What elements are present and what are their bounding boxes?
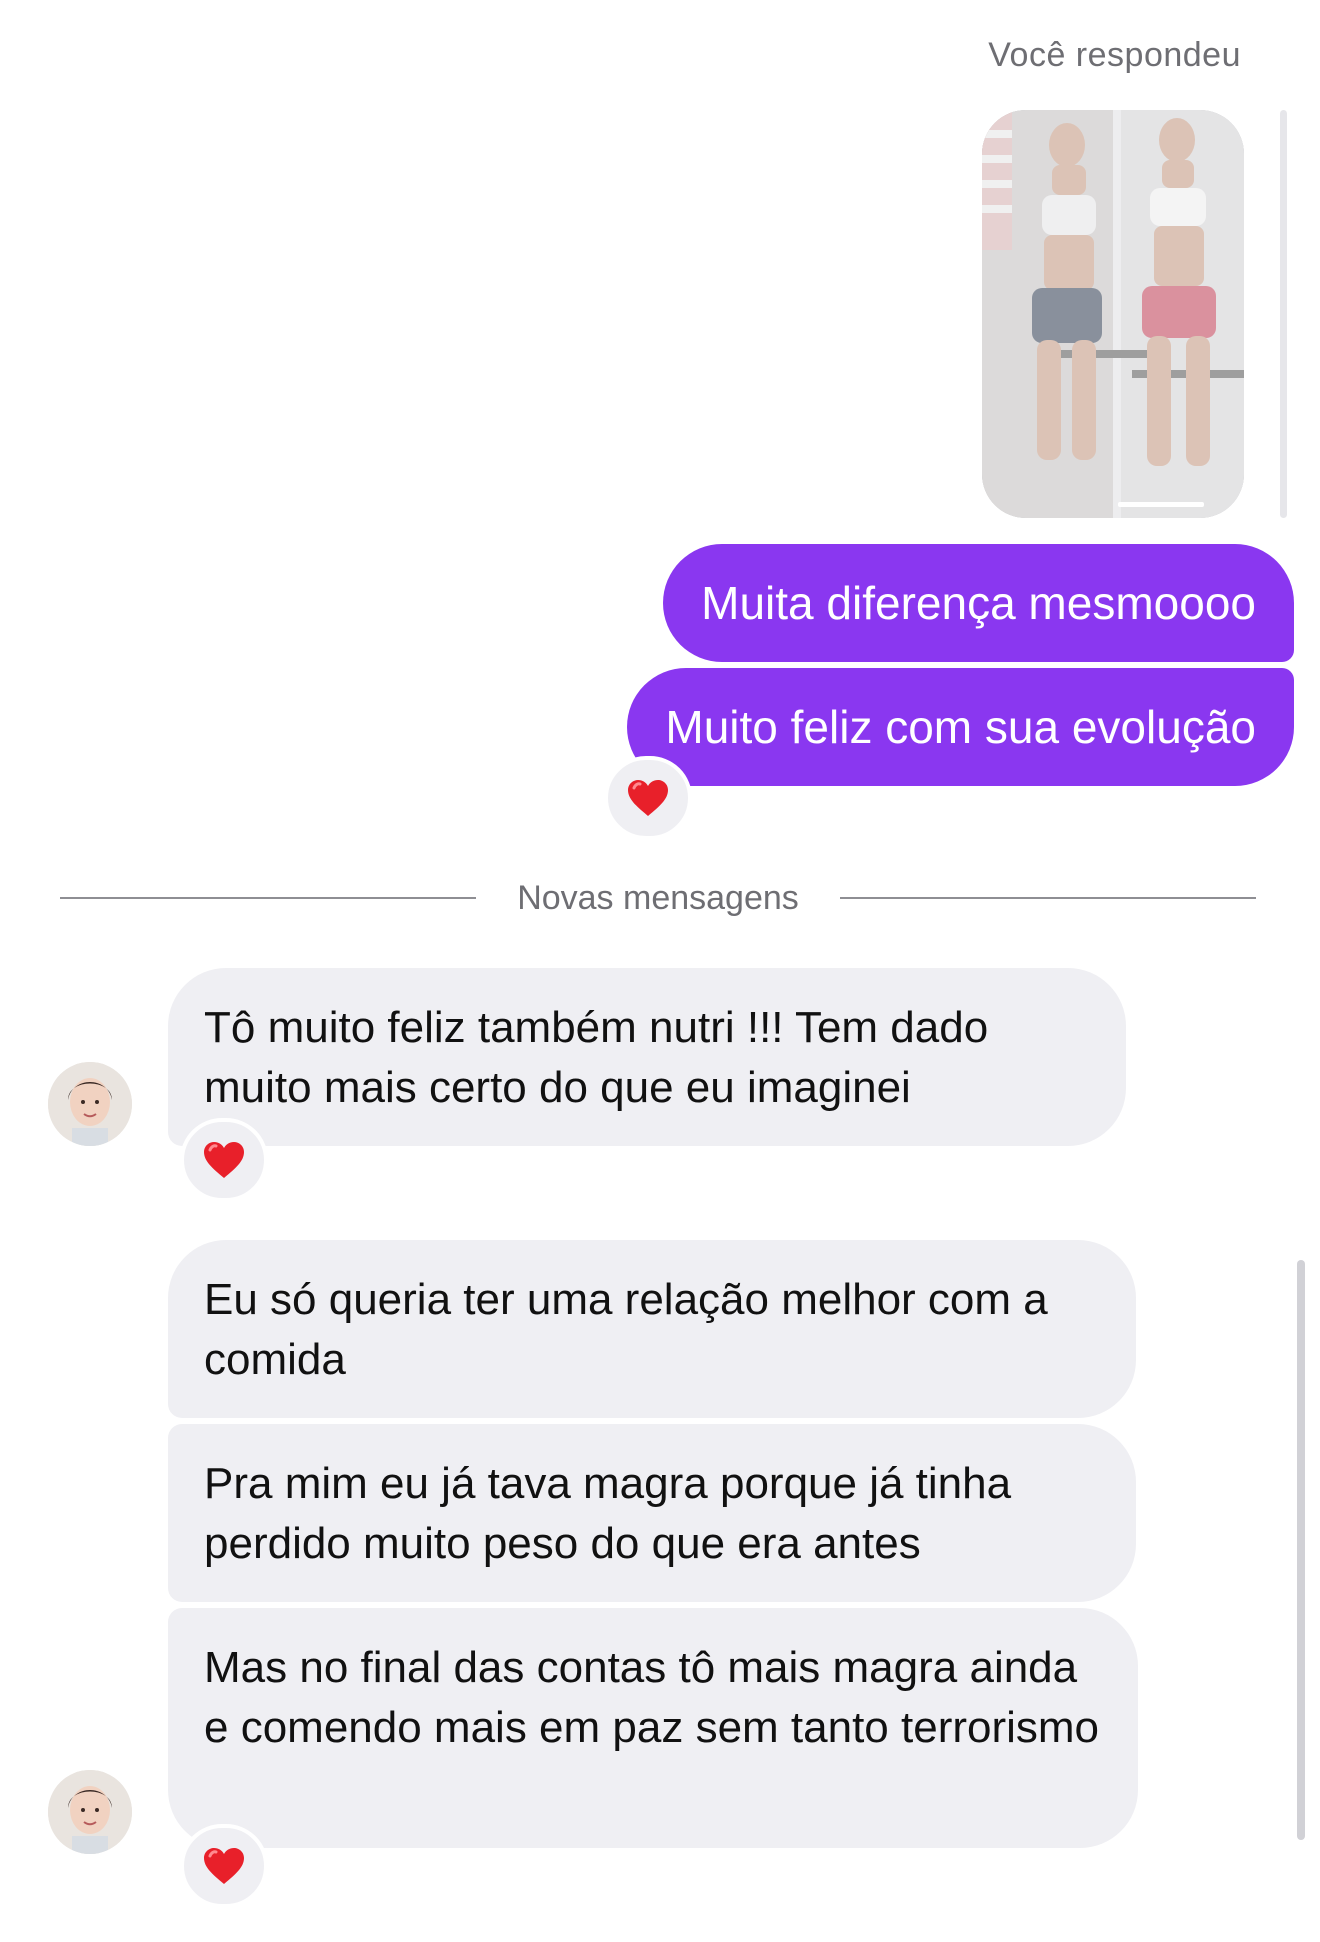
message-reaction[interactable] [604, 756, 692, 840]
incoming-message[interactable]: Tô muito feliz também nutri !!! Tem dado… [168, 968, 1126, 1146]
replied-story-thumbnail[interactable] [982, 110, 1244, 518]
message-reaction[interactable] [180, 1118, 268, 1202]
message-reaction[interactable] [180, 1824, 268, 1908]
contact-avatar[interactable] [48, 1062, 132, 1146]
red-heart-icon [628, 780, 668, 816]
reply-context-label: Você respondeu [988, 36, 1241, 74]
red-heart-icon [204, 1848, 244, 1884]
outgoing-message[interactable]: Muita diferença mesmoooo [663, 544, 1294, 662]
divider-line [840, 897, 1256, 899]
avatar-image [48, 1062, 132, 1146]
new-messages-divider: Novas mensagens [60, 878, 1256, 918]
contact-avatar[interactable] [48, 1770, 132, 1854]
red-heart-icon [204, 1142, 244, 1178]
scrollbar[interactable] [1297, 1260, 1305, 1840]
outgoing-message[interactable]: Muito feliz com sua evolução [627, 668, 1294, 786]
story-image [982, 110, 1244, 518]
reply-quote-bar [1280, 110, 1287, 518]
incoming-message[interactable]: Pra mim eu já tava magra porque já tinha… [168, 1424, 1136, 1602]
avatar-image [48, 1770, 132, 1854]
incoming-message[interactable]: Mas no final das contas tô mais magra ai… [168, 1608, 1138, 1848]
incoming-message[interactable]: Eu só queria ter uma relação melhor com … [168, 1240, 1136, 1418]
